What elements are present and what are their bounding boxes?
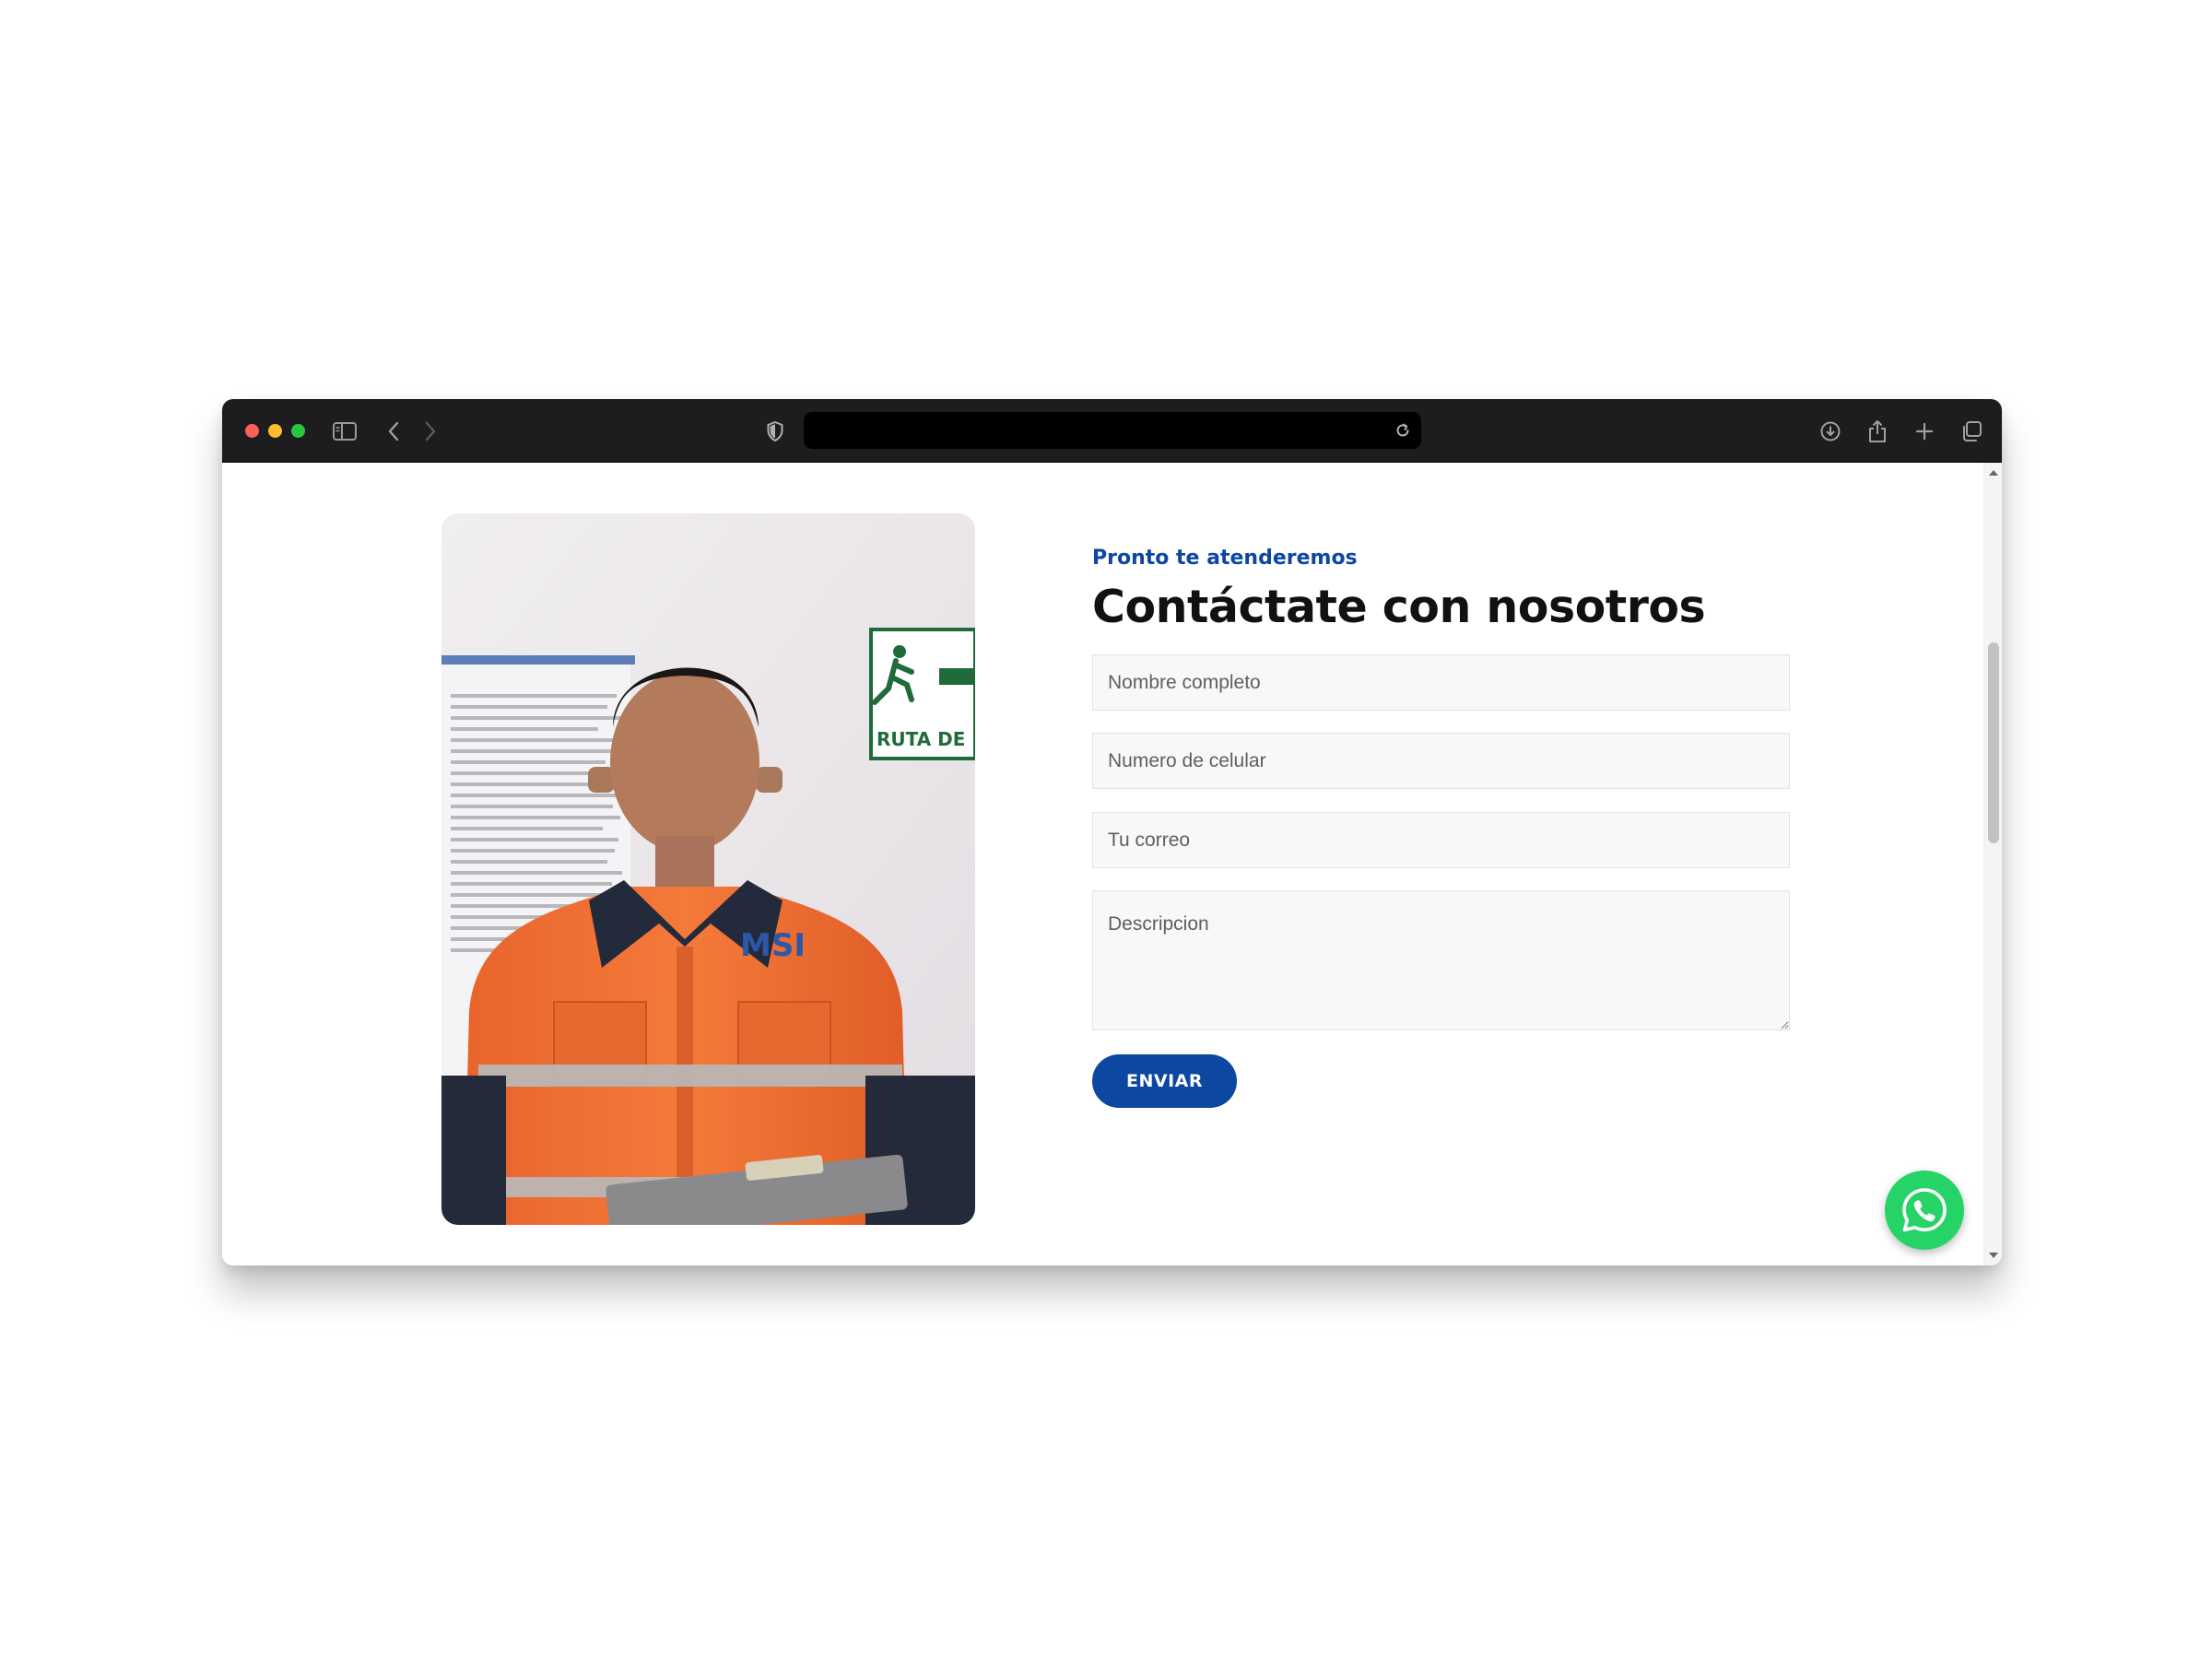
- zoom-window-button[interactable]: [291, 424, 305, 438]
- minimize-window-button[interactable]: [268, 424, 282, 438]
- contact-eyebrow: Pronto te atenderemos: [1092, 547, 1358, 570]
- submit-button[interactable]: ENVIAR: [1092, 1054, 1237, 1108]
- exit-sign-text: RUTA DE EVA: [877, 728, 975, 750]
- scroll-down-arrow-icon[interactable]: [1989, 1253, 1998, 1258]
- browser-window: RUTA DE EVA MSI Pronto t: [222, 399, 2002, 1265]
- page-viewport: RUTA DE EVA MSI Pronto t: [222, 463, 2002, 1265]
- new-tab-icon[interactable]: [1911, 418, 1938, 445]
- close-window-button[interactable]: [245, 424, 259, 438]
- back-icon[interactable]: [380, 418, 407, 445]
- downloads-icon[interactable]: [1817, 418, 1844, 445]
- scroll-up-arrow-icon[interactable]: [1989, 470, 1998, 476]
- sidebar-toggle-icon[interactable]: [331, 418, 359, 445]
- whatsapp-button[interactable]: [1885, 1171, 1964, 1250]
- forward-icon[interactable]: [417, 418, 444, 445]
- worker-photo-illustration: RUTA DE EVA MSI: [441, 513, 975, 1225]
- page-title: Contáctate con nosotros: [1092, 581, 1706, 633]
- share-icon[interactable]: [1864, 418, 1891, 445]
- description-textarea[interactable]: [1092, 890, 1790, 1030]
- scrollbar-thumb[interactable]: [1988, 642, 1999, 843]
- phone-input[interactable]: [1092, 733, 1790, 789]
- browser-toolbar: [222, 399, 2002, 463]
- address-bar[interactable]: [804, 412, 1421, 449]
- jacket-logo-text: MSI: [740, 927, 806, 964]
- email-input[interactable]: [1092, 812, 1790, 868]
- privacy-shield-icon[interactable]: [761, 418, 789, 445]
- worker-photo: RUTA DE EVA MSI: [441, 513, 975, 1225]
- tab-overview-icon[interactable]: [1958, 418, 1985, 445]
- reload-icon[interactable]: [1389, 417, 1417, 444]
- whatsapp-icon: [1902, 1188, 1947, 1232]
- page-scrollbar[interactable]: [1983, 463, 2002, 1265]
- name-input[interactable]: [1092, 654, 1790, 711]
- contact-form: Pronto te atenderemos Contáctate con nos…: [1092, 463, 1790, 1265]
